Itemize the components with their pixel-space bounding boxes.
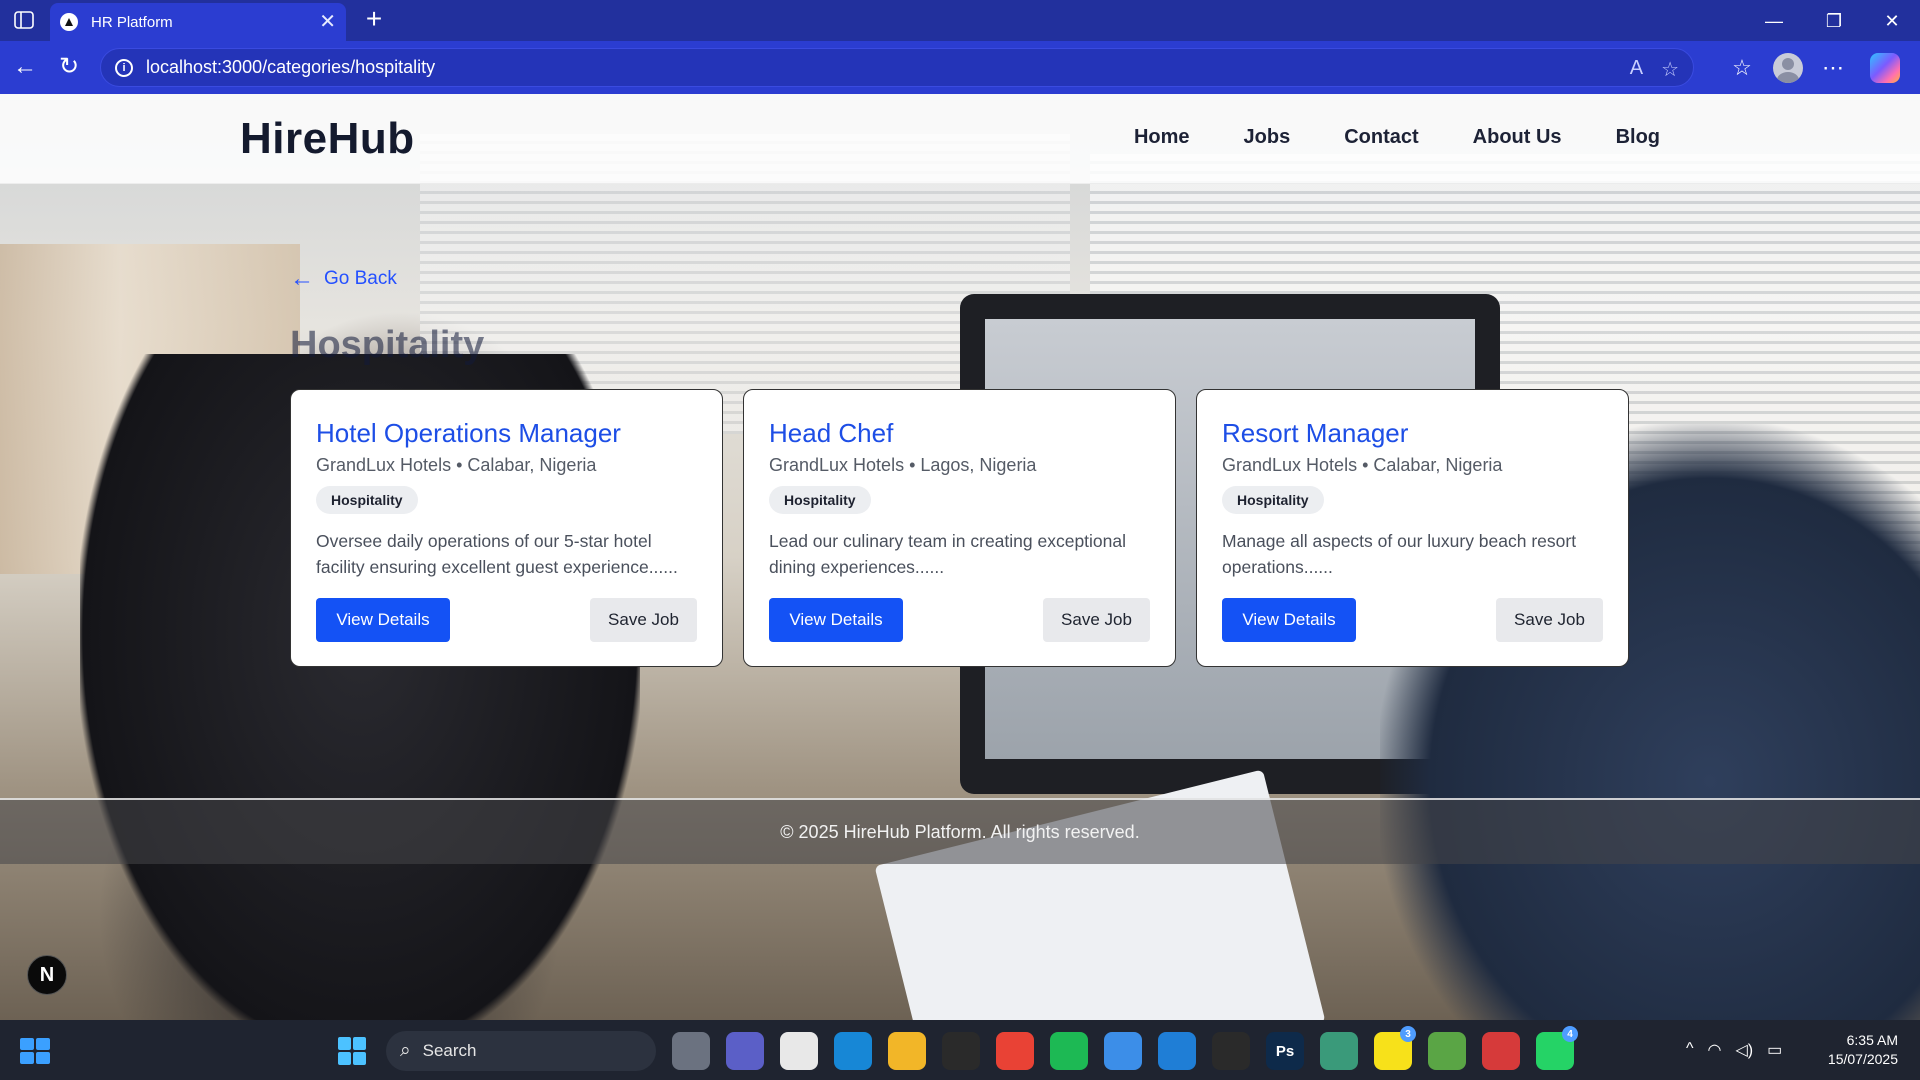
wifi-icon[interactable]: ◠ [1708, 1040, 1722, 1060]
save-job-button[interactable]: Save Job [1496, 598, 1603, 642]
go-back-label: Go Back [324, 268, 397, 289]
nav-contact[interactable]: Contact [1344, 126, 1418, 149]
job-company-location: GrandLux Hotels • Calabar, Nigeria [1222, 455, 1503, 475]
favorite-star-icon[interactable]: ☆ [1661, 57, 1679, 82]
start-icon[interactable] [338, 1037, 366, 1065]
url-text: localhost:3000/categories/hospitality [146, 57, 436, 77]
nextjs-favicon-icon [60, 13, 78, 31]
save-job-button[interactable]: Save Job [1043, 598, 1150, 642]
new-tab-icon[interactable]: + [358, 4, 390, 36]
search-icon: ⌕ [400, 1040, 411, 1061]
sidebar-toggle-icon[interactable] [10, 8, 38, 32]
job-description: Oversee daily operations of our 5-star h… [316, 531, 678, 577]
taskbar-apps: Ps 3 4 [672, 1026, 1578, 1070]
spotify-icon[interactable] [1050, 1032, 1088, 1070]
refresh-icon[interactable]: ↻ [52, 50, 86, 84]
whatsapp-icon[interactable]: 4 [1536, 1026, 1578, 1070]
edge-icon[interactable] [834, 1032, 872, 1070]
snapchat-icon[interactable]: 3 [1374, 1026, 1416, 1070]
close-tab-icon[interactable]: ✕ [319, 12, 336, 32]
view-details-button[interactable]: View Details [769, 598, 903, 642]
job-description: Lead our culinary team in creating excep… [769, 531, 1127, 577]
job-card: Head Chef GrandLux Hotels • Lagos, Niger… [743, 389, 1176, 667]
arrow-left-icon: ← [290, 265, 314, 292]
nextjs-dev-indicator-icon[interactable]: N [27, 955, 67, 995]
teams-icon[interactable] [726, 1032, 764, 1070]
nav-about-us[interactable]: About Us [1473, 126, 1562, 149]
read-aloud-icon[interactable]: A [1630, 57, 1643, 82]
clock-date: 15/07/2025 [1827, 1051, 1898, 1067]
notification-badge: 4 [1562, 1026, 1578, 1042]
tab-title: HR Platform [91, 13, 173, 31]
photoshop-icon[interactable]: Ps [1266, 1032, 1304, 1070]
figma-icon[interactable] [942, 1032, 980, 1070]
taskbar: ⌕ Search Ps 3 4 ^ ◠ ◁) ▭ 6:35 AM 15/07/202… [0, 1020, 1920, 1080]
chrome-icon[interactable] [996, 1032, 1034, 1070]
footer-copyright: © 2025 HireHub Platform. All rights rese… [780, 821, 1140, 842]
notification-badge: 3 [1400, 1026, 1416, 1042]
browser-tab[interactable]: HR Platform ✕ [50, 3, 346, 41]
job-description: Manage all aspects of our luxury beach r… [1222, 531, 1577, 577]
store-icon[interactable] [780, 1032, 818, 1070]
battery-icon[interactable]: ▭ [1767, 1040, 1782, 1060]
notepad-icon[interactable] [1104, 1032, 1142, 1070]
view-details-button[interactable]: View Details [316, 598, 450, 642]
job-title[interactable]: Head Chef [769, 418, 1150, 449]
git-icon[interactable] [1320, 1032, 1358, 1070]
job-title[interactable]: Resort Manager [1222, 418, 1603, 449]
job-card: Hotel Operations Manager GrandLux Hotels… [290, 389, 723, 667]
system-tray: ^ ◠ ◁) ▭ [1686, 1040, 1782, 1060]
site-logo[interactable]: HireHub [240, 114, 415, 164]
site-info-icon[interactable]: i [115, 58, 133, 77]
category-badge: Hospitality [769, 486, 871, 514]
nav-blog[interactable]: Blog [1616, 126, 1660, 149]
job-card: Resort Manager GrandLux Hotels • Calabar… [1196, 389, 1629, 667]
clock[interactable]: 6:35 AM 15/07/2025 [1828, 1031, 1898, 1069]
copilot-icon[interactable] [1870, 53, 1900, 83]
widgets-icon[interactable] [20, 1038, 50, 1064]
vscode-icon[interactable] [1158, 1032, 1196, 1070]
url-field[interactable]: i localhost:3000/categories/hospitality … [100, 48, 1694, 87]
favorites-icon[interactable]: ☆ [1726, 52, 1758, 84]
job-card-list: Hotel Operations Manager GrandLux Hotels… [290, 389, 1629, 667]
job-title[interactable]: Hotel Operations Manager [316, 418, 697, 449]
job-actions: View Details Save Job [1222, 598, 1603, 642]
app-red-icon[interactable] [1482, 1032, 1520, 1070]
job-actions: View Details Save Job [769, 598, 1150, 642]
app-icon[interactable] [1212, 1032, 1250, 1070]
taskbar-search[interactable]: ⌕ Search [386, 1031, 656, 1071]
profile-avatar[interactable] [1773, 53, 1803, 83]
job-company-location: GrandLux Hotels • Lagos, Nigeria [769, 455, 1037, 475]
go-back-link[interactable]: ← Go Back [290, 267, 397, 291]
node-icon[interactable] [1428, 1032, 1466, 1070]
task-view-icon[interactable] [672, 1032, 710, 1070]
main-nav: Home Jobs Contact About Us Blog [1134, 126, 1660, 149]
close-window-icon[interactable]: ✕ [1872, 6, 1912, 36]
category-badge: Hospitality [316, 486, 418, 514]
view-details-button[interactable]: View Details [1222, 598, 1356, 642]
volume-icon[interactable]: ◁) [1735, 1040, 1753, 1060]
chevron-up-icon[interactable]: ^ [1686, 1040, 1694, 1060]
app-glyph: Ps [1275, 1042, 1295, 1060]
category-badge: Hospitality [1222, 486, 1324, 514]
nav-jobs[interactable]: Jobs [1244, 126, 1291, 149]
address-bar: ← ↻ i localhost:3000/categories/hospital… [0, 41, 1920, 94]
page-viewport: HireHub Home Jobs Contact About Us Blog … [0, 94, 1920, 1020]
nav-home[interactable]: Home [1134, 126, 1190, 149]
job-company-location: GrandLux Hotels • Calabar, Nigeria [316, 455, 597, 475]
clock-time: 6:35 AM [1846, 1032, 1898, 1048]
back-icon[interactable]: ← [8, 50, 42, 84]
site-footer: © 2025 HireHub Platform. All rights rese… [0, 798, 1920, 864]
minimize-icon[interactable]: — [1754, 6, 1794, 36]
more-options-icon[interactable]: ⋯ [1817, 52, 1849, 84]
file-explorer-icon[interactable] [888, 1032, 926, 1070]
browser-tab-bar: HR Platform ✕ + — ❐ ✕ [0, 0, 1920, 41]
page-title: Hospitality [290, 324, 485, 366]
site-header: HireHub Home Jobs Contact About Us Blog [0, 94, 1920, 184]
restore-icon[interactable]: ❐ [1814, 6, 1854, 36]
search-label: Search [422, 1041, 477, 1060]
job-actions: View Details Save Job [316, 598, 697, 642]
save-job-button[interactable]: Save Job [590, 598, 697, 642]
